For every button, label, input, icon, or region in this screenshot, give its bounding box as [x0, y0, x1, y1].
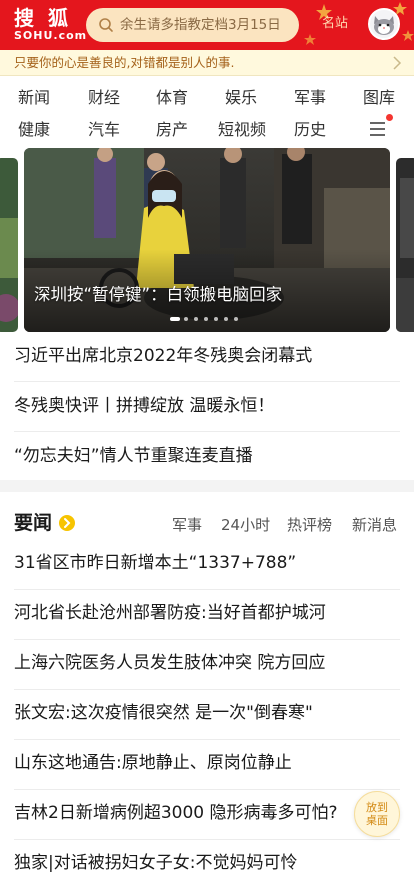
- nav-item-finance[interactable]: 财经: [74, 84, 134, 112]
- channel-nav: 新闻 财经 体育 娱乐 军事 图库 健康 汽车 房产 短视频 历史: [0, 78, 414, 144]
- pagination-dot-active[interactable]: [170, 317, 180, 321]
- pagination-dot[interactable]: [184, 317, 188, 321]
- search-icon: [99, 18, 113, 32]
- news-title: 吉林2日新增病例超3000 隐形病毒多可怕?: [14, 803, 338, 823]
- carousel-caption: 深圳按“暂停键”：白领搬电脑回家: [34, 285, 283, 304]
- search-bar[interactable]: 余生请多指教定档3月15日: [86, 8, 299, 42]
- sohu-logo[interactable]: 搜狐 SOHU.com: [12, 5, 86, 45]
- news-item[interactable]: 山东这地通告:原地静止、原岗位静止: [14, 740, 400, 790]
- famous-sites-link[interactable]: 名站: [322, 15, 348, 33]
- user-avatar[interactable]: [368, 8, 400, 40]
- news-item[interactable]: 上海六院医务人员发生肢体冲突 院方回应: [14, 640, 400, 690]
- news-title: 山东这地通告:原地静止、原岗位静止: [14, 753, 292, 773]
- chevron-right-icon: [393, 56, 402, 70]
- logo-english: SOHU.com: [14, 29, 88, 42]
- headline-item[interactable]: 习近平出席北京2022年冬残奥会闭幕式: [14, 332, 400, 382]
- notification-dot: [386, 114, 393, 121]
- news-title: 河北省长赴沧州部署防疫:当好首都护城河: [14, 603, 326, 623]
- slogan-text: 只要你的心是善良的,对错都是别人的事.: [14, 55, 235, 70]
- carousel-prev-slide[interactable]: [0, 158, 18, 332]
- nav-item-sports[interactable]: 体育: [142, 84, 202, 112]
- logo-chinese: 搜狐: [14, 6, 82, 30]
- pagination-dot[interactable]: [224, 317, 228, 321]
- cat-avatar-icon: [374, 16, 394, 35]
- section-arrow-icon[interactable]: [59, 515, 75, 531]
- tab-24-hours[interactable]: 24小时: [221, 515, 270, 535]
- headline-item[interactable]: 冬残奥快评丨拼搏绽放 温暖永恒！: [14, 382, 400, 432]
- nav-item-gallery[interactable]: 图库: [349, 84, 409, 112]
- news-title: 31省区市昨日新增本土“1337+788”: [14, 553, 297, 573]
- news-title: 上海六院医务人员发生肢体冲突 院方回应: [14, 653, 326, 673]
- tab-military[interactable]: 军事: [172, 515, 202, 535]
- nav-item-military[interactable]: 军事: [280, 84, 340, 112]
- headline-title: 冬残奥快评丨拼搏绽放 温暖永恒！: [14, 396, 275, 416]
- nav-item-house[interactable]: 房产: [142, 116, 202, 144]
- slogan-bar[interactable]: 只要你的心是善良的,对错都是别人的事.: [0, 50, 414, 76]
- add-to-desktop-label-2: 桌面: [366, 814, 388, 827]
- news-item[interactable]: 独家|对话被拐妇女子女:不觉妈妈可怜: [14, 840, 400, 890]
- news-item[interactable]: 河北省长赴沧州部署防疫:当好首都护城河: [14, 590, 400, 640]
- search-placeholder: 余生请多指教定档3月15日: [120, 17, 281, 33]
- carousel-next-slide[interactable]: [396, 158, 414, 332]
- add-to-desktop-button[interactable]: 放到 桌面: [354, 791, 400, 837]
- tab-latest[interactable]: 新消息: [352, 515, 397, 535]
- section-divider: [0, 480, 414, 492]
- nav-item-history[interactable]: 历史: [280, 116, 340, 144]
- news-section-header: 要闻 军事 24小时 热评榜 新消息: [0, 492, 414, 546]
- headline-title: “勿忘夫妇”情人节重聚连麦直播: [14, 446, 253, 466]
- photo-carousel[interactable]: 深圳按“暂停键”：白领搬电脑回家: [0, 148, 414, 332]
- add-to-desktop-label-1: 放到: [366, 801, 388, 814]
- section-title[interactable]: 要闻: [14, 511, 52, 535]
- top-header: 搜狐 SOHU.com 余生请多指教定档3月15日 名站: [0, 0, 414, 50]
- nav-item-news[interactable]: 新闻: [4, 84, 64, 112]
- tab-hot-comments[interactable]: 热评榜: [287, 515, 332, 535]
- news-item[interactable]: 张文宏:这次疫情很突然 是一次"倒春寒": [14, 690, 400, 740]
- pagination-dot[interactable]: [204, 317, 208, 321]
- channel-menu-button[interactable]: [365, 114, 393, 140]
- news-item[interactable]: 吉林2日新增病例超3000 隐形病毒多可怕?: [14, 790, 400, 840]
- pagination-dot[interactable]: [234, 317, 238, 321]
- pagination-dot[interactable]: [194, 317, 198, 321]
- headline-title: 习近平出席北京2022年冬残奥会闭幕式: [14, 346, 313, 366]
- news-title: 张文宏:这次疫情很突然 是一次"倒春寒": [14, 703, 313, 723]
- carousel-pagination: [170, 316, 250, 322]
- nav-item-auto[interactable]: 汽车: [74, 116, 134, 144]
- news-title: 独家|对话被拐妇女子女:不觉妈妈可怜: [14, 853, 298, 873]
- nav-item-entertainment[interactable]: 娱乐: [211, 84, 271, 112]
- nav-item-health[interactable]: 健康: [4, 116, 64, 144]
- pagination-dot[interactable]: [214, 317, 218, 321]
- nav-item-short-video[interactable]: 短视频: [206, 116, 278, 144]
- headline-item[interactable]: “勿忘夫妇”情人节重聚连麦直播: [14, 432, 400, 482]
- news-item[interactable]: 31省区市昨日新增本土“1337+788”: [14, 540, 400, 590]
- hamburger-menu-icon: [370, 122, 385, 136]
- carousel-main-slide[interactable]: 深圳按“暂停键”：白领搬电脑回家: [24, 148, 390, 332]
